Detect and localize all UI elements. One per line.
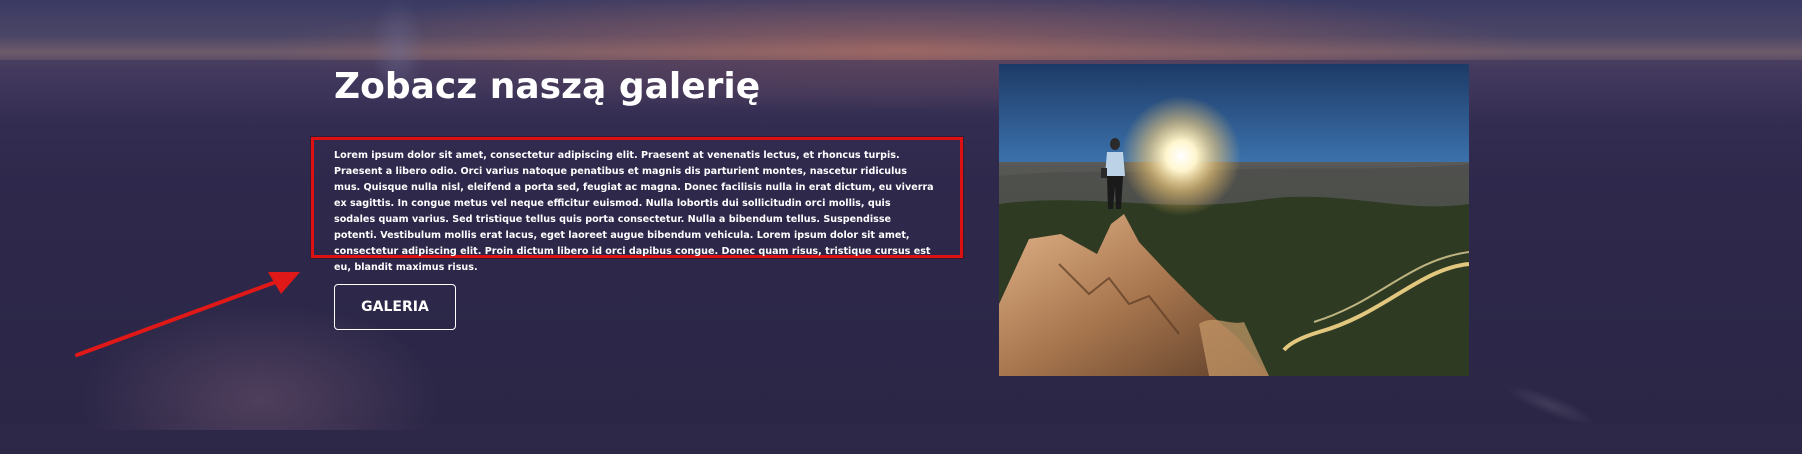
gallery-preview-image	[999, 64, 1469, 376]
background-road-glow	[1475, 355, 1625, 454]
section-description: Lorem ipsum dolor sit amet, consectetur …	[334, 150, 934, 273]
hiker-on-rock-photo	[999, 64, 1469, 376]
section-title: Zobacz naszą galerię	[334, 66, 761, 107]
gallery-button[interactable]: GALERIA	[334, 284, 456, 330]
background-rock-silhouette	[30, 250, 590, 430]
